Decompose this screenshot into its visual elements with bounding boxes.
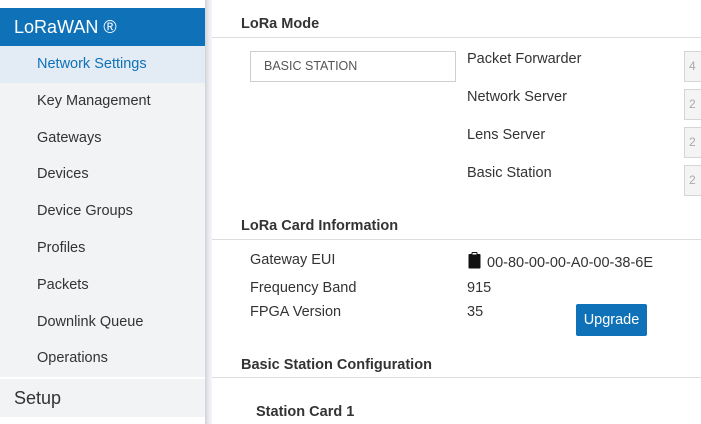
sidebar-item-devices[interactable]: Devices <box>0 156 205 193</box>
section-divider <box>212 377 701 378</box>
mode-label-basic-station: Basic Station <box>467 165 552 181</box>
sidebar-item-downlink-queue[interactable]: Downlink Queue <box>0 304 205 341</box>
clipboard-icon[interactable] <box>468 252 481 269</box>
sidebar-section-lorawan[interactable]: LoRaWAN ® <box>0 8 205 46</box>
lora-mode-select[interactable]: BASIC STATION <box>250 51 456 82</box>
card-info-title: LoRa Card Information <box>241 218 399 234</box>
mode-label-lens-server: Lens Server <box>467 127 546 143</box>
basic-station-config-title: Basic Station Configuration <box>241 357 432 373</box>
section-divider <box>212 37 701 38</box>
mode-label-packet-forwarder: Packet Forwarder <box>467 51 582 67</box>
upgrade-button[interactable]: Upgrade <box>576 304 647 336</box>
gateway-eui-value: 00-80-00-00-A0-00-38-6E <box>487 255 654 271</box>
gateway-eui-label: Gateway EUI <box>250 252 336 268</box>
lora-mode-title: LoRa Mode <box>241 16 320 32</box>
network-server-port-field[interactable]: 2 <box>684 89 701 120</box>
mode-label-network-server: Network Server <box>467 89 567 105</box>
sidebar-divider <box>205 0 212 424</box>
main-content: LoRa Mode BASIC STATION Packet Forwarder… <box>212 0 701 424</box>
fpga-version-value: 35 <box>467 304 484 320</box>
sidebar-item-operations[interactable]: Operations <box>0 340 205 377</box>
sidebar-item-packets[interactable]: Packets <box>0 267 205 304</box>
section-divider <box>212 239 701 240</box>
sidebar-item-gateways[interactable]: Gateways <box>0 120 205 157</box>
lens-server-port-field[interactable]: 2 <box>684 127 701 158</box>
sidebar-item-network-settings[interactable]: Network Settings <box>0 46 205 83</box>
sidebar-item-key-management[interactable]: Key Management <box>0 83 205 120</box>
packet-forwarder-port-field[interactable]: 4 <box>684 51 701 82</box>
frequency-band-label: Frequency Band <box>250 280 357 296</box>
frequency-band-value: 915 <box>467 280 492 296</box>
basic-station-port-field[interactable]: 2 <box>684 165 701 196</box>
sidebar: LoRaWAN ® Network Settings Key Managemen… <box>0 0 205 424</box>
fpga-version-label: FPGA Version <box>250 304 342 320</box>
sidebar-item-profiles[interactable]: Profiles <box>0 230 205 267</box>
station-card-title: Station Card 1 <box>256 404 355 420</box>
sidebar-item-device-groups[interactable]: Device Groups <box>0 193 205 230</box>
sidebar-section-setup[interactable]: Setup <box>0 379 205 417</box>
